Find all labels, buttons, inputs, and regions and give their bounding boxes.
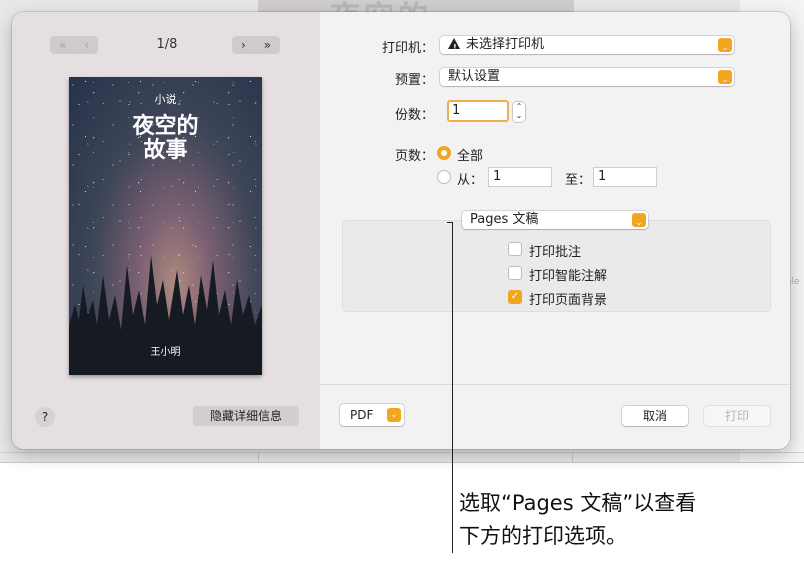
chevron-down-icon: ⌄	[387, 408, 401, 422]
pages-range-radio[interactable]	[437, 170, 451, 184]
chevron-updown-icon: ⌃ ⌄	[718, 69, 732, 85]
copies-input[interactable]: 1	[447, 100, 509, 122]
printer-value: 未选择打印机	[466, 37, 545, 52]
copies-stepper[interactable]: ⌃ ⌄	[513, 102, 525, 122]
print-button[interactable]: 打印	[704, 406, 770, 426]
pages-all-radio[interactable]	[437, 146, 451, 160]
chevron-right-icon[interactable]: ›	[241, 38, 246, 52]
print-comments-checkbox[interactable]	[508, 242, 522, 256]
presets-value: 默认设置	[448, 69, 501, 84]
page-preview: 小说 夜空的 故事 王小明	[69, 77, 262, 375]
preview-panel: « ‹ 1/8 › » 小说 夜空的 故事 王小明 ? 隐藏详细信息	[12, 12, 320, 449]
pages-all-label: 全部	[457, 149, 484, 164]
pdf-menu-button[interactable]: PDF ⌄	[340, 404, 404, 426]
previous-page-buttons[interactable]: « ‹	[50, 36, 98, 54]
pages-from-label: 从：	[457, 173, 484, 188]
print-comments-label: 打印批注	[529, 245, 582, 260]
warning-icon	[448, 38, 460, 57]
divider	[572, 452, 573, 462]
section-popup[interactable]: Pages 文稿 ⌃ ⌄	[462, 211, 648, 229]
copies-label: 份数：	[394, 108, 434, 123]
presets-label: 预置：	[394, 73, 434, 88]
presets-popup[interactable]: 默认设置 ⌃ ⌄	[440, 68, 734, 86]
divider	[0, 452, 804, 453]
pages-to-field[interactable]: 1	[593, 167, 657, 187]
pages-from-field[interactable]: 1	[488, 167, 552, 187]
print-dialog: « ‹ 1/8 › » 小说 夜空的 故事 王小明 ? 隐藏详细信息 打印机： …	[12, 12, 790, 449]
printer-popup[interactable]: 未选择打印机 ⌃⌄	[440, 36, 734, 57]
chevron-left-icon[interactable]: ‹	[84, 38, 89, 52]
cover-author: 王小明	[150, 347, 181, 358]
cover-title: 夜空的 故事	[69, 115, 262, 163]
callout-line	[452, 223, 453, 553]
print-smart-annotations-checkbox[interactable]	[508, 266, 522, 280]
chevron-double-right-icon[interactable]: »	[264, 38, 271, 52]
cover-title-line: 夜空的	[132, 114, 199, 139]
next-page-buttons[interactable]: › »	[232, 36, 280, 54]
printer-label: 打印机：	[381, 41, 434, 56]
callout-text: 选取“Pages 文稿”以查看 下方的打印选项。	[459, 487, 799, 553]
cover-title-line: 故事	[143, 138, 188, 163]
pages-to-label: 至：	[565, 173, 592, 188]
cover-kicker: 小说	[154, 93, 177, 106]
hide-details-button[interactable]: 隐藏详细信息	[193, 406, 299, 426]
callout-line-text: 下方的打印选项。	[459, 524, 627, 548]
chevron-double-left-icon[interactable]: «	[59, 38, 66, 52]
pdf-label: PDF	[350, 408, 374, 422]
section-popup-value: Pages 文稿	[470, 212, 539, 227]
cancel-button[interactable]: 取消	[622, 406, 688, 426]
page-indicator: 1/8	[156, 37, 178, 52]
print-page-background-checkbox[interactable]: ✓	[508, 290, 522, 304]
pages-label: 页数：	[394, 149, 434, 164]
print-smart-annotations-label: 打印智能注解	[529, 269, 608, 284]
chevron-updown-icon: ⌃ ⌄	[632, 212, 646, 228]
chevron-updown-icon: ⌃ ⌄	[718, 37, 732, 53]
callout-line-text: 选取“Pages 文稿”以查看	[459, 491, 697, 515]
help-button[interactable]: ?	[35, 407, 55, 427]
divider	[258, 452, 259, 462]
print-page-background-label: 打印页面背景	[529, 293, 608, 308]
settings-panel: 打印机： 未选择打印机 ⌃⌄ 预置： 默认设置 ⌃⌄ 份数： 1 ⌃⌄ 页数： …	[320, 12, 790, 449]
